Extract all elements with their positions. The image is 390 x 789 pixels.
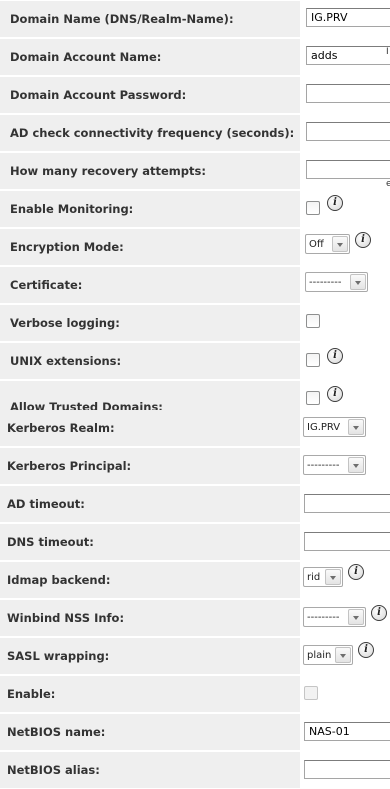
certificate-label: Certificate: [0,267,300,303]
enable-checkbox[interactable] [304,686,318,700]
recovery-attempts-input[interactable] [306,160,390,179]
domain-name-label: Domain Name (DNS/Realm-Name): [0,1,300,37]
recovery-attempts-label: How many recovery attempts: [0,153,300,189]
row-encryption-mode: Encryption Mode: Off i [0,228,390,266]
kerberos-principal-value: --------- [307,459,340,471]
row-verbose-logging: Verbose logging: [0,304,390,342]
encryption-mode-label: Encryption Mode: [0,229,300,265]
kerberos-principal-label: Kerberos Principal: [0,448,300,484]
info-icon[interactable]: i [348,564,364,580]
row-ad-check-frequency: AD check connectivity frequency (seconds… [0,114,390,152]
chevron-down-icon [348,609,364,625]
ad-check-frequency-label: AD check connectivity frequency (seconds… [0,115,300,151]
chevron-down-icon [332,236,348,252]
certificate-value: --------- [309,276,342,288]
row-sasl-wrapping: SASL wrapping: plain i [0,637,390,675]
chevron-down-icon [325,569,341,585]
enable-monitoring-label: Enable Monitoring: [0,191,300,227]
sasl-wrapping-label: SASL wrapping: [0,638,300,674]
domain-account-name-label: Domain Account Name: [0,39,300,75]
row-dns-timeout: DNS timeout: [0,523,390,561]
chevron-down-icon [348,457,364,473]
row-domain-account-name: Domain Account Name: adds I [0,38,390,76]
kerberos-principal-select[interactable]: --------- [303,455,366,475]
encryption-mode-value: Off [309,238,324,250]
chevron-down-icon [335,647,351,663]
encryption-mode-select[interactable]: Off [305,234,350,254]
chevron-down-icon [350,274,366,290]
directory-service-form: Domain Name (DNS/Realm-Name): IG.PRV Dom… [0,0,390,788]
enable-monitoring-checkbox[interactable] [306,201,320,215]
chevron-down-icon [348,419,364,435]
ad-timeout-label: AD timeout: [0,486,300,522]
sasl-wrapping-select[interactable]: plain [303,645,353,665]
domain-account-name-input[interactable]: adds [306,46,390,65]
domain-name-input[interactable]: IG.PRV [306,8,390,27]
info-icon[interactable]: i [358,642,374,658]
row-idmap-backend: Idmap backend: rid i [0,561,390,599]
edge-fragment-b: e [386,179,390,189]
row-enable: Enable: [0,675,390,713]
kerberos-realm-label: Kerberos Realm: [0,410,300,446]
row-ad-timeout: AD timeout: [0,485,390,523]
ad-check-frequency-input[interactable] [306,122,390,141]
idmap-backend-value: rid [307,571,321,583]
row-enable-monitoring: Enable Monitoring: i [0,190,390,228]
row-unix-extensions: UNIX extensions: i [0,342,390,380]
idmap-backend-select[interactable]: rid [303,567,343,587]
ad-timeout-input[interactable] [304,494,390,513]
kerberos-realm-value: IG.PRV [307,421,341,433]
edge-fragment-a: I [386,47,389,57]
dns-timeout-input[interactable] [304,532,390,551]
info-icon[interactable]: i [371,605,387,621]
row-netbios-alias: NetBIOS alias: [0,751,390,789]
netbios-name-input[interactable]: NAS-01 [304,722,390,741]
kerberos-realm-select[interactable]: IG.PRV [303,417,366,437]
row-domain-name: Domain Name (DNS/Realm-Name): IG.PRV [0,0,390,38]
info-icon[interactable]: i [327,195,343,211]
row-winbind-nss-info: Winbind NSS Info: --------- i [0,599,390,637]
row-certificate: Certificate: --------- [0,266,390,304]
verbose-logging-label: Verbose logging: [0,305,300,341]
enable-label: Enable: [0,676,300,712]
netbios-alias-label: NetBIOS alias: [0,752,300,788]
winbind-nss-info-select[interactable]: --------- [303,607,366,627]
info-icon[interactable]: i [327,386,343,402]
domain-account-password-label: Domain Account Password: [0,77,300,113]
winbind-nss-info-label: Winbind NSS Info: [0,600,300,636]
row-netbios-name: NetBIOS name: NAS-01 [0,713,390,751]
allow-trusted-domains-checkbox[interactable] [306,391,320,405]
info-icon[interactable]: i [355,232,371,248]
verbose-logging-checkbox[interactable] [306,314,320,328]
row-domain-account-password: Domain Account Password: [0,76,390,114]
info-icon[interactable]: i [327,348,343,364]
row-kerberos-principal: Kerberos Principal: --------- [0,447,390,485]
row-kerberos-realm: Kerberos Realm: IG.PRV [0,409,390,447]
netbios-alias-input[interactable] [304,760,390,779]
dns-timeout-label: DNS timeout: [0,524,300,560]
row-recovery-attempts: How many recovery attempts: e [0,152,390,190]
sasl-wrapping-value: plain [307,649,332,661]
netbios-name-label: NetBIOS name: [0,714,300,750]
domain-account-password-input[interactable] [306,84,390,103]
idmap-backend-label: Idmap backend: [0,562,300,598]
winbind-nss-info-value: --------- [307,611,340,623]
unix-extensions-checkbox[interactable] [306,353,320,367]
unix-extensions-label: UNIX extensions: [0,343,300,379]
certificate-select[interactable]: --------- [305,272,368,292]
